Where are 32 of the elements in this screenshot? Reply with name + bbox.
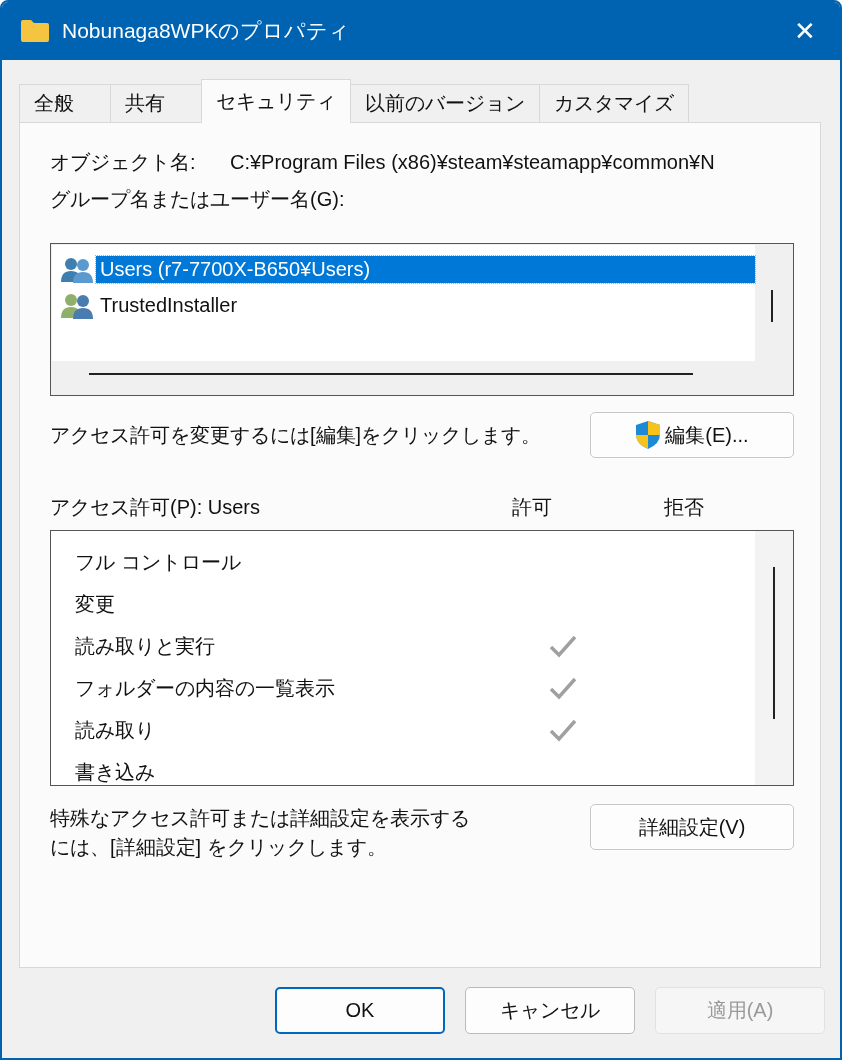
user-item[interactable]: TrustedInstaller (96, 291, 242, 319)
hint-text: アクセス許可を変更するには[編集]をクリックします。 (50, 422, 542, 448)
permission-name: フル コントロール (75, 549, 242, 575)
shield-icon (635, 420, 662, 450)
permission-name: フォルダーの内容の一覧表示 (75, 675, 336, 701)
edit-button[interactable]: 編集(E)... (590, 412, 794, 458)
scrollbar[interactable] (755, 531, 793, 785)
users-icon (60, 291, 94, 319)
field-label: グループ名またはユーザー名(G): (50, 187, 346, 212)
field-label: オブジェクト名: (50, 150, 197, 175)
close-button[interactable]: ✕ (770, 2, 840, 60)
permission-name: 書き込み (75, 759, 156, 785)
tab[interactable]: 全般 (19, 84, 111, 122)
window-title: Nobunaga8WPKのプロパティ (62, 18, 352, 44)
dialog-button[interactable]: キャンセル (465, 987, 635, 1034)
hint-text: 特殊なアクセス許可または詳細設定を表示するには、[詳細設定] をクリックします。 (50, 806, 471, 860)
permission-name: 読み取りと実行 (75, 633, 216, 659)
permission-name: 読み取り (75, 717, 156, 743)
column-header: 拒否 (664, 494, 705, 520)
scrollbar[interactable] (89, 373, 693, 375)
object-path: C:¥Program Files (x86)¥steam¥steamapp¥common¥N (230, 151, 716, 174)
column-header: 許可 (512, 494, 553, 520)
permission-name: 変更 (75, 591, 116, 617)
users-icon (60, 255, 94, 283)
tab[interactable]: セキュリティ (201, 79, 351, 123)
section-label: アクセス許可(P): Users (50, 494, 261, 520)
tab[interactable]: カスタマイズ (539, 84, 689, 122)
dialog-button[interactable]: OK (275, 987, 445, 1034)
folder-icon (20, 19, 50, 43)
user-item[interactable]: Users (r7-7700X-B650¥Users) (96, 255, 755, 283)
advanced-button[interactable]: 詳細設定(V) (590, 804, 794, 850)
scrollbar[interactable] (771, 290, 773, 322)
